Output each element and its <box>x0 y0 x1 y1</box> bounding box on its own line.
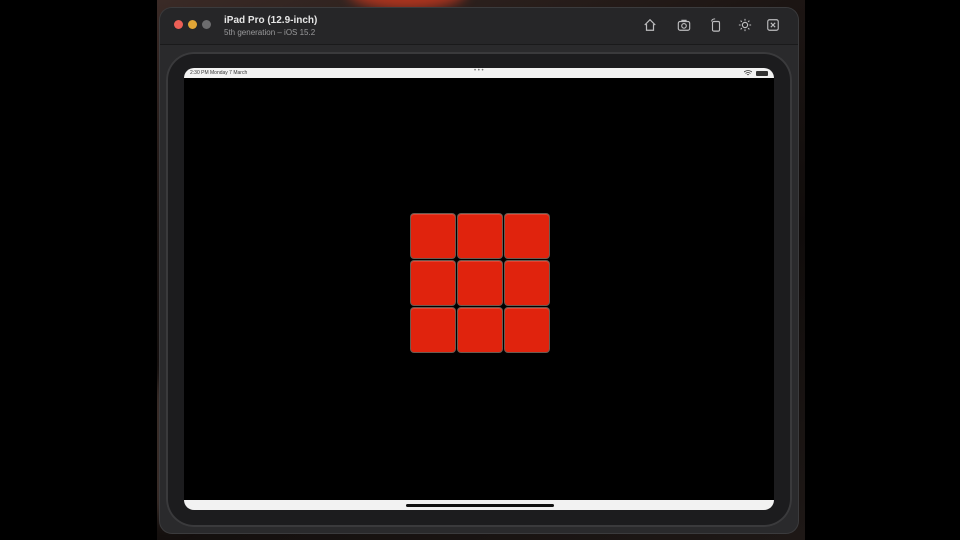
grid-tile-4[interactable] <box>411 261 455 305</box>
close-window-button[interactable] <box>174 20 183 29</box>
bottom-bar <box>184 500 774 510</box>
grid-tile-7[interactable] <box>411 308 455 352</box>
home-icon[interactable] <box>642 17 658 33</box>
zoom-window-button[interactable] <box>202 20 211 29</box>
rotate-icon[interactable] <box>708 17 724 33</box>
grid-tile-9[interactable] <box>505 308 549 352</box>
window-subtitle: 5th generation – iOS 15.2 <box>224 28 316 37</box>
grid-tile-8[interactable] <box>458 308 502 352</box>
ipad-device-frame: 2:30 PM Monday 7 March • • • <box>166 52 792 527</box>
grid-tile-2[interactable] <box>458 214 502 258</box>
grid-tile-5[interactable] <box>458 261 502 305</box>
multitasking-dots[interactable]: • • • <box>474 68 484 74</box>
status-indicators <box>744 70 768 76</box>
battery-icon <box>756 70 768 76</box>
grid-tile-1[interactable] <box>411 214 455 258</box>
status-time: 2:30 PM Monday 7 March <box>190 70 248 76</box>
ipad-screen[interactable]: 2:30 PM Monday 7 March • • • <box>184 68 774 510</box>
status-bar: 2:30 PM Monday 7 March • • • <box>184 68 774 78</box>
appearance-icon[interactable] <box>737 17 753 33</box>
grid-tile-6[interactable] <box>505 261 549 305</box>
grid-tile-3[interactable] <box>505 214 549 258</box>
home-indicator[interactable] <box>406 504 554 507</box>
screenshot-icon[interactable] <box>676 17 692 33</box>
minimize-window-button[interactable] <box>188 20 197 29</box>
window-title: iPad Pro (12.9-inch) <box>224 15 318 26</box>
wifi-icon <box>744 70 752 76</box>
tile-grid <box>411 214 549 354</box>
titlebar: iPad Pro (12.9-inch) 5th generation – iO… <box>160 8 798 45</box>
close-app-icon[interactable] <box>765 17 781 33</box>
simulator-window: iPad Pro (12.9-inch) 5th generation – iO… <box>160 8 798 533</box>
